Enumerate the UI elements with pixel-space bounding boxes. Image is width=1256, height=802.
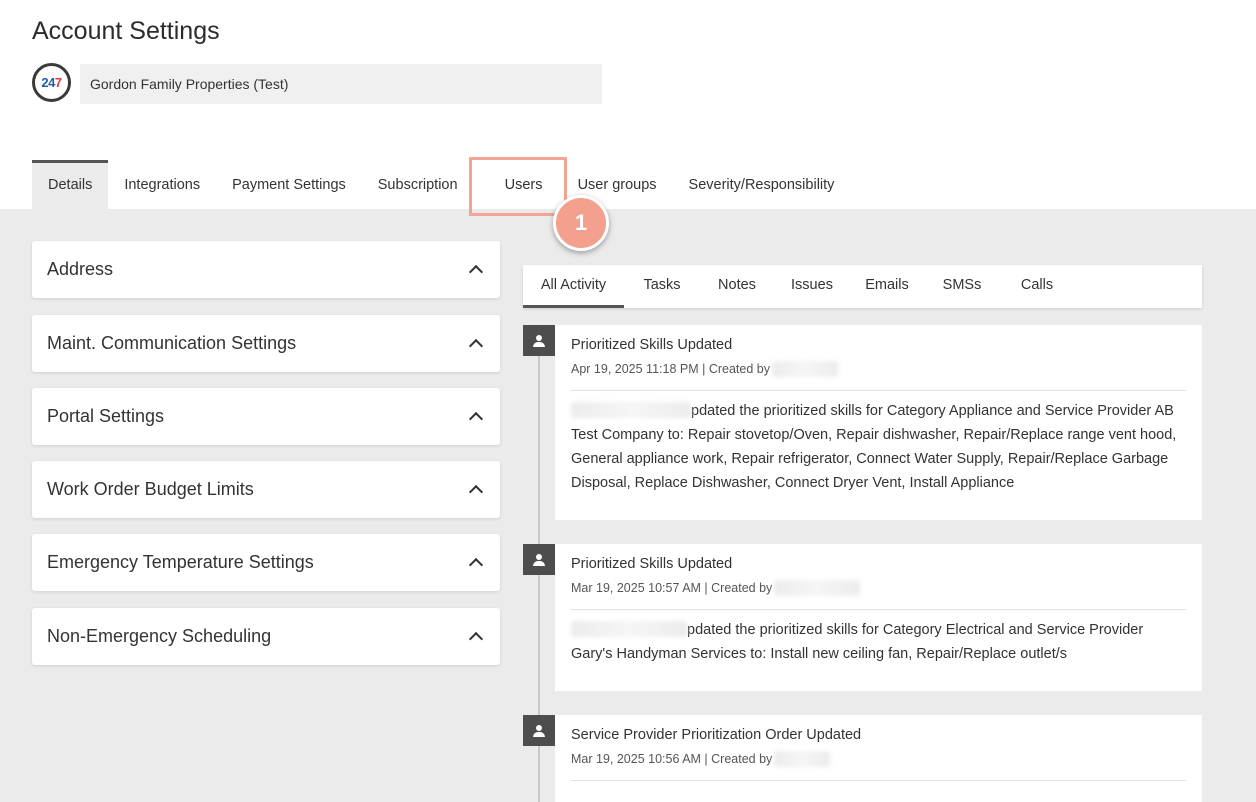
tab-notes[interactable]: Notes	[700, 265, 774, 308]
redacted-name	[571, 402, 691, 418]
tab-calls[interactable]: Calls	[1000, 265, 1074, 308]
section-label: Portal Settings	[47, 406, 165, 426]
activity-meta-text: Apr 19, 2025 11:18 PM | Created by	[571, 362, 770, 376]
page-header: Account Settings 24 7 Gordon Family Prope…	[0, 0, 1256, 209]
chevron-up-icon	[467, 554, 485, 572]
activity-title: Prioritized Skills Updated	[571, 337, 733, 353]
activity-title: Service Provider Prioritization Order Up…	[571, 727, 862, 743]
card-divider	[571, 780, 1186, 781]
section-work-order-budget-limits[interactable]: Work Order Budget Limits	[32, 461, 500, 518]
logo-text-7: 7	[54, 75, 62, 90]
activity-card: Prioritized Skills Updated Apr 19, 2025 …	[555, 325, 1202, 520]
company-name-field[interactable]: Gordon Family Properties (Test)	[80, 64, 602, 104]
settings-tabs: Details Integrations Payment Settings Su…	[32, 160, 850, 209]
person-glyph	[533, 334, 545, 347]
section-label: Work Order Budget Limits	[47, 479, 254, 499]
activity-meta: Apr 19, 2025 11:18 PM | Created by	[571, 357, 1186, 381]
tab-emails[interactable]: Emails	[850, 265, 924, 308]
redacted-name	[571, 621, 687, 637]
chevron-up-icon	[467, 408, 485, 426]
activity-meta: Mar 19, 2025 10:57 AM | Created by	[571, 576, 1186, 600]
activity-body: pdated the prioritized skills for Catego…	[571, 610, 1186, 666]
page-title: Account Settings	[32, 17, 220, 45]
tab-payment-settings[interactable]: Payment Settings	[216, 160, 362, 209]
person-glyph	[533, 724, 545, 737]
user-icon	[523, 325, 555, 356]
tab-smss[interactable]: SMSs	[924, 265, 1000, 308]
activity-card: Prioritized Skills Updated Mar 19, 2025 …	[555, 544, 1202, 691]
section-label: Non-Emergency Scheduling	[47, 626, 272, 646]
redacted-name	[774, 751, 831, 767]
tab-integrations[interactable]: Integrations	[108, 160, 216, 209]
section-emergency-temperature-settings[interactable]: Emergency Temperature Settings	[32, 534, 500, 591]
chevron-up-icon	[467, 261, 485, 279]
step-badge: 1	[553, 195, 609, 251]
activity-title: Prioritized Skills Updated	[571, 556, 733, 572]
redacted-name	[774, 580, 861, 596]
chevron-up-icon	[467, 335, 485, 353]
redacted-name	[771, 361, 838, 377]
section-label: Maint. Communication Settings	[47, 333, 297, 353]
company-logo: 24 7	[32, 63, 71, 102]
tab-tasks[interactable]: Tasks	[624, 265, 700, 308]
section-address[interactable]: Address	[32, 241, 500, 298]
activity-tabs: All Activity Tasks Notes Issues Emails S…	[523, 265, 1202, 308]
logo-text-24: 24	[41, 75, 55, 90]
chevron-up-icon	[467, 628, 485, 646]
tab-issues[interactable]: Issues	[774, 265, 850, 308]
tab-details[interactable]: Details	[32, 160, 109, 209]
activity-body: pdated the prioritized skills for Catego…	[571, 391, 1186, 495]
chevron-up-icon	[467, 481, 485, 499]
user-icon	[523, 544, 555, 575]
users-tab-highlight	[469, 157, 567, 216]
person-glyph	[533, 553, 545, 566]
section-maint-communication-settings[interactable]: Maint. Communication Settings	[32, 315, 500, 372]
tab-severity-responsibility[interactable]: Severity/Responsibility	[673, 160, 851, 209]
section-label: Address	[47, 259, 114, 279]
tab-subscription[interactable]: Subscription	[362, 160, 474, 209]
section-non-emergency-scheduling[interactable]: Non-Emergency Scheduling	[32, 608, 500, 665]
section-portal-settings[interactable]: Portal Settings	[32, 388, 500, 445]
tab-all-activity[interactable]: All Activity	[523, 265, 624, 308]
activity-meta-text: Mar 19, 2025 10:57 AM | Created by	[571, 581, 773, 595]
section-label: Emergency Temperature Settings	[47, 552, 314, 572]
activity-meta-text: Mar 19, 2025 10:56 AM | Created by	[571, 752, 773, 766]
activity-card: Service Provider Prioritization Order Up…	[555, 715, 1202, 802]
user-icon	[523, 715, 555, 746]
activity-meta: Mar 19, 2025 10:56 AM | Created by	[571, 747, 1186, 771]
